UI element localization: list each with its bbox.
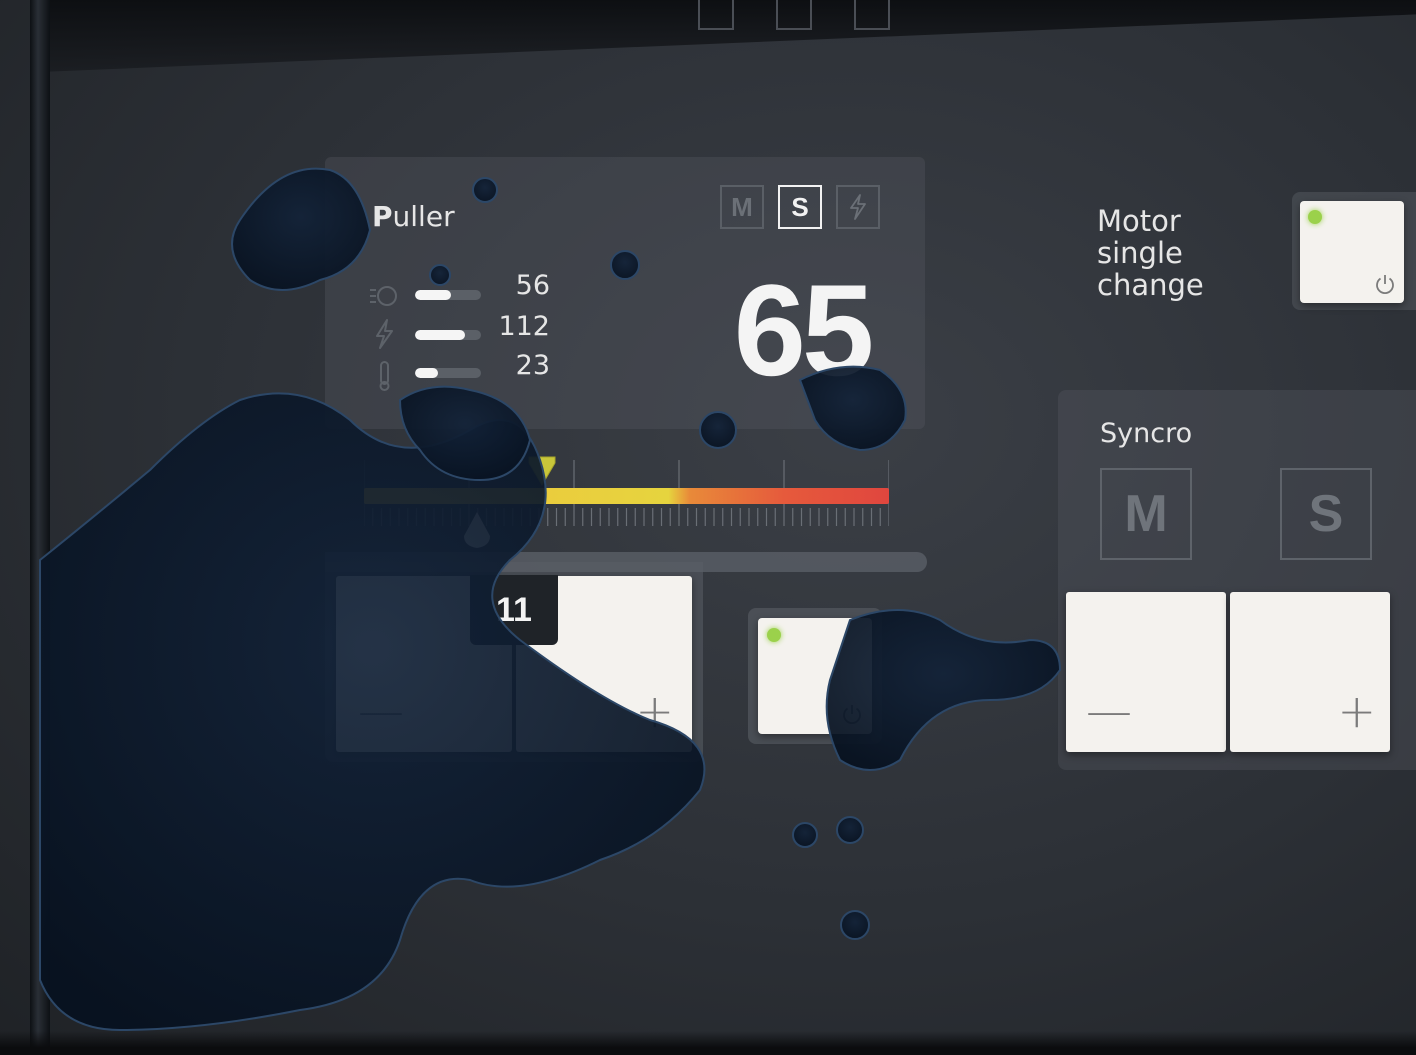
current-marker[interactable] bbox=[460, 510, 494, 556]
syncro-mode-m[interactable]: M bbox=[1100, 468, 1192, 560]
gauge-bar bbox=[364, 488, 889, 504]
mode-button-m[interactable]: M bbox=[720, 185, 764, 229]
syncro-title: Syncro bbox=[1100, 418, 1193, 449]
mode-button-s[interactable]: S bbox=[778, 185, 822, 229]
power-icon bbox=[843, 705, 861, 725]
plus-icon: + bbox=[635, 684, 674, 738]
metric-value-power: 112 bbox=[498, 311, 550, 342]
puller-speed-value: 65 bbox=[733, 257, 875, 403]
top-indicator-2 bbox=[776, 0, 812, 30]
lightning-icon bbox=[376, 319, 393, 349]
top-indicator-3 bbox=[854, 0, 890, 30]
motor-single-change-label: Motor single change bbox=[1097, 204, 1204, 302]
thermometer-icon bbox=[379, 361, 390, 391]
minus-icon: — bbox=[358, 684, 404, 738]
mode-button-power[interactable] bbox=[836, 185, 880, 229]
speed-icon bbox=[370, 286, 397, 306]
puller-title: Puller bbox=[372, 200, 455, 233]
minus-icon: — bbox=[1086, 684, 1132, 738]
metric-value-speed: 56 bbox=[515, 270, 550, 301]
target-marker bbox=[528, 456, 556, 486]
puller-power-button[interactable] bbox=[758, 618, 872, 734]
setpoint-value: 11 bbox=[470, 575, 558, 645]
metric-value-temperature: 23 bbox=[515, 350, 550, 381]
plus-icon: + bbox=[1337, 684, 1376, 738]
status-led bbox=[1308, 210, 1322, 224]
metric-bar-speed bbox=[415, 290, 481, 300]
bottom-bar bbox=[0, 1031, 1416, 1055]
lightning-icon bbox=[850, 194, 866, 220]
syncro-mode-s[interactable]: S bbox=[1280, 468, 1372, 560]
power-icon bbox=[1376, 275, 1394, 295]
syncro-decrease-button[interactable]: — bbox=[1066, 592, 1226, 752]
metric-bar-temperature bbox=[415, 368, 481, 378]
top-indicator-1 bbox=[698, 0, 734, 30]
status-led bbox=[767, 628, 781, 642]
metric-bar-power bbox=[415, 330, 481, 340]
syncro-increase-button[interactable]: + bbox=[1230, 592, 1390, 752]
motor-power-button[interactable] bbox=[1300, 201, 1404, 303]
screen-frame bbox=[30, 0, 50, 1055]
